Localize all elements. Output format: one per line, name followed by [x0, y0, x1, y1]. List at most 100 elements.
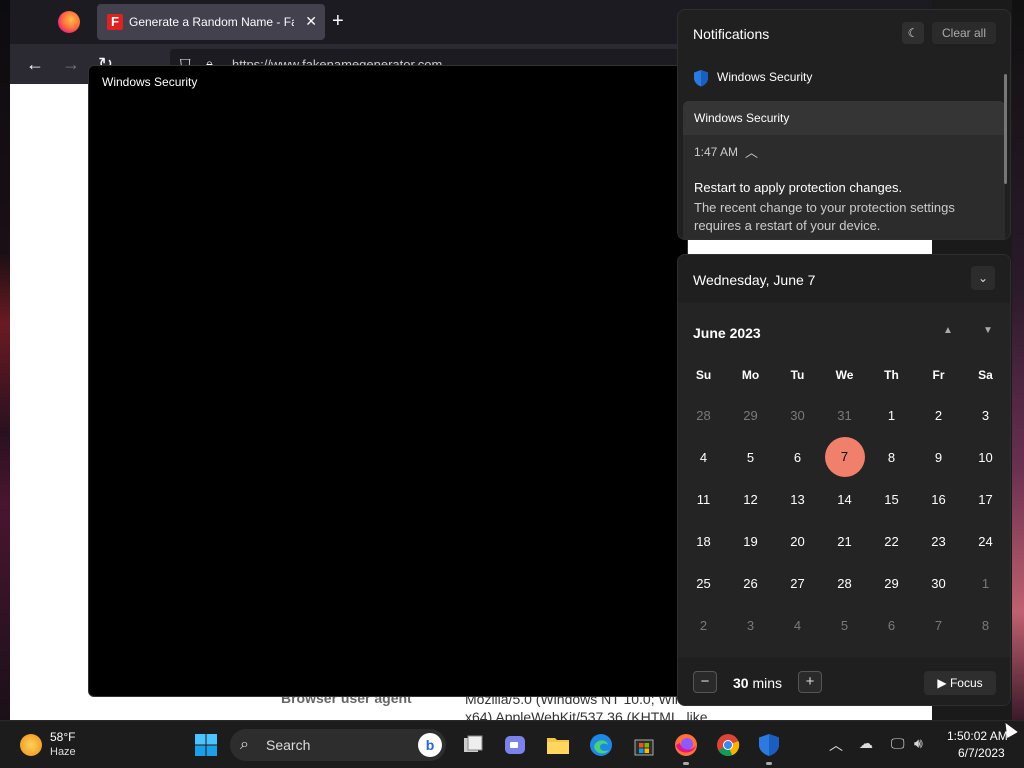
calendar-day[interactable]: 12 [727, 478, 774, 520]
calendar-day[interactable]: 3 [727, 604, 774, 646]
firefox-running-indicator [683, 762, 689, 765]
calendar-day[interactable]: 21 [821, 520, 868, 562]
calendar-day[interactable]: 15 [868, 478, 915, 520]
month-label[interactable]: June 2023 [693, 325, 761, 341]
calendar-day[interactable]: 30 [915, 562, 962, 604]
chrome-icon[interactable] [716, 733, 740, 757]
tab-fake-name-generator[interactable]: F Generate a Random Name - Fake ✕ [97, 4, 325, 40]
close-tab-icon[interactable]: ✕ [305, 13, 317, 30]
onedrive-cloud-icon[interactable]: ☁ [859, 735, 873, 752]
firefox-icon[interactable] [674, 733, 698, 757]
calendar-day[interactable]: 18 [680, 520, 727, 562]
show-hidden-icons-icon[interactable]: ︿ [829, 735, 843, 755]
calendar-day[interactable]: 6 [774, 436, 821, 478]
bing-icon[interactable]: b [418, 733, 442, 757]
calendar-day[interactable]: 31 [821, 394, 868, 436]
calendar-day[interactable]: 30 [774, 394, 821, 436]
weekday-header: Th [884, 368, 899, 382]
taskbar: 58°F Haze ⌕ Search b ︿ ☁ 🖵︎ 🔊︎ 1:50:02 A… [0, 720, 1024, 768]
calendar-day[interactable]: 28 [680, 394, 727, 436]
next-month-icon[interactable]: ▼ [983, 325, 993, 336]
fake-name-favicon-icon: F [107, 14, 123, 30]
calendar-date-header: Wednesday, June 7 [693, 272, 816, 288]
network-icon[interactable]: 🖵︎ [891, 735, 905, 752]
calendar-day[interactable]: 4 [774, 604, 821, 646]
microsoft-store-icon[interactable] [632, 733, 656, 757]
clock-time[interactable]: 1:50:02 AM [947, 729, 1008, 743]
forward-icon[interactable]: → [62, 54, 80, 74]
weather-haze-icon[interactable] [20, 734, 42, 756]
teams-chat-icon[interactable] [503, 733, 527, 757]
tab-title: Generate a Random Name - Fake [129, 15, 294, 29]
calendar-day-today[interactable]: 7 [821, 436, 868, 478]
calendar-day[interactable]: 1 [962, 562, 1009, 604]
calendar-day[interactable]: 11 [680, 478, 727, 520]
taskbar-search[interactable]: ⌕ Search b [230, 729, 446, 761]
weather-description[interactable]: Haze [50, 746, 76, 758]
edge-icon[interactable] [589, 733, 613, 757]
group-app-name: Windows Security [717, 70, 813, 84]
calendar-day[interactable]: 25 [680, 562, 727, 604]
start-windows-icon[interactable] [194, 733, 218, 757]
file-explorer-icon[interactable] [546, 733, 570, 757]
calendar-day[interactable]: 8 [962, 604, 1009, 646]
calendar-day[interactable]: 29 [868, 562, 915, 604]
search-icon: ⌕ [240, 736, 249, 753]
calendar-day[interactable]: 8 [868, 436, 915, 478]
weekday-header: Fr [932, 368, 945, 382]
calendar-day[interactable]: 14 [821, 478, 868, 520]
new-tab-icon[interactable]: + [332, 10, 344, 32]
calendar-day[interactable]: 2 [915, 394, 962, 436]
notifications-scrollbar[interactable] [1004, 74, 1007, 184]
calendar-day[interactable]: 24 [962, 520, 1009, 562]
calendar-day[interactable]: 27 [774, 562, 821, 604]
calendar-day[interactable]: 23 [915, 520, 962, 562]
back-icon[interactable]: ← [26, 54, 44, 74]
calendar-day[interactable]: 20 [774, 520, 821, 562]
calendar-day[interactable]: 4 [680, 436, 727, 478]
task-view-icon[interactable] [461, 733, 485, 757]
focus-button[interactable]: ▶ Focus [924, 671, 996, 695]
calendar-day[interactable]: 26 [727, 562, 774, 604]
calendar-day[interactable]: 6 [868, 604, 915, 646]
calendar-day[interactable]: 7 [915, 604, 962, 646]
notification-toast[interactable]: Windows Security 1:47 AM ︿ Restart to ap… [683, 101, 1005, 239]
calendar-day[interactable]: 22 [868, 520, 915, 562]
toast-header: Windows Security [683, 101, 1005, 135]
calendar-body: June 2023 ▲ ▼ Su Mo Tu We Th Fr Sa 28 29 30 31 1 2 3 4… [678, 303, 1010, 705]
calendar-day[interactable]: 1 [868, 394, 915, 436]
calendar-day[interactable]: 13 [774, 478, 821, 520]
calendar-day[interactable]: 2 [680, 604, 727, 646]
clock-date[interactable]: 6/7/2023 [958, 746, 1005, 760]
chevron-down-icon[interactable]: ⌄ [971, 266, 995, 290]
windows-security-window[interactable]: Windows Security [88, 65, 688, 697]
windows-security-taskbar-icon[interactable] [757, 733, 781, 757]
calendar-day[interactable]: 3 [962, 394, 1009, 436]
calendar-day[interactable]: 5 [727, 436, 774, 478]
calendar-day[interactable]: 17 [962, 478, 1009, 520]
clear-all-button[interactable]: Clear all [932, 22, 996, 44]
calendar-day[interactable]: 19 [727, 520, 774, 562]
calendar-day[interactable]: 9 [915, 436, 962, 478]
previous-month-icon[interactable]: ▲ [943, 325, 953, 336]
calendar-day[interactable]: 5 [821, 604, 868, 646]
calendar-day[interactable]: 10 [962, 436, 1009, 478]
weather-temperature[interactable]: 58°F [50, 730, 75, 744]
notification-center: Notifications ☾ Clear all Windows Securi… [677, 9, 1011, 240]
do-not-disturb-icon[interactable]: ☾ [902, 22, 924, 44]
calendar-day[interactable]: 16 [915, 478, 962, 520]
calendar-flyout: Wednesday, June 7 ⌄ June 2023 ▲ ▼ Su Mo Tu… [677, 254, 1011, 706]
desktop-wallpaper-left [0, 0, 10, 720]
search-label: Search [266, 737, 311, 753]
chevron-up-icon[interactable]: ︿ [745, 142, 758, 161]
firefox-view-icon[interactable] [58, 11, 80, 33]
focus-duration: 30 mins [733, 675, 783, 691]
volume-icon[interactable]: 🔊︎ [914, 735, 923, 752]
calendar-day[interactable]: 29 [727, 394, 774, 436]
windows-security-shield-icon [694, 70, 708, 87]
increase-focus-button[interactable]: + [798, 671, 822, 693]
calendar-day[interactable]: 28 [821, 562, 868, 604]
toast-body: The recent change to your protection set… [694, 200, 955, 233]
security-running-indicator [766, 762, 772, 765]
decrease-focus-button[interactable]: − [693, 671, 717, 693]
